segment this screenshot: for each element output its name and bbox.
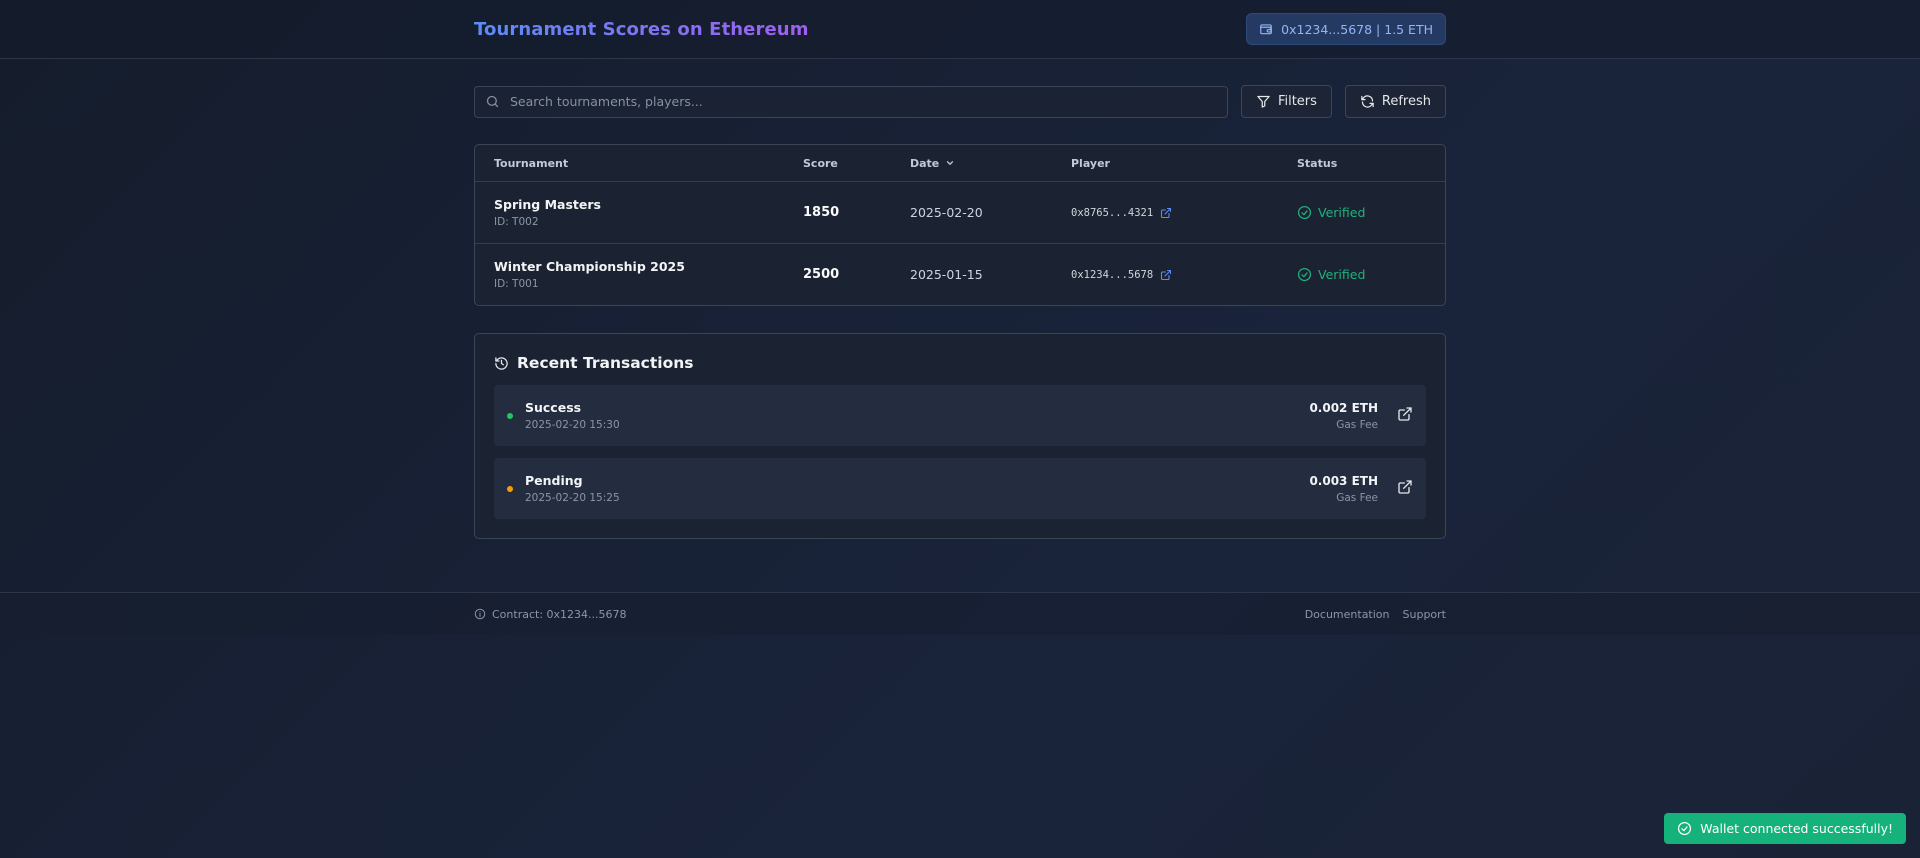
contract-address: Contract: 0x1234...5678 [492,607,627,621]
view-transaction-button[interactable] [1397,479,1413,499]
tournament-cell: Spring Masters ID: T002 [494,197,803,228]
check-circle-icon [1297,205,1312,220]
top-bar: Tournament Scores on Ethereum 0x1234...5… [0,0,1920,59]
transaction-amount-block: 0.003 ETH Gas Fee [1309,474,1378,504]
search-icon [486,95,499,108]
status-dot [507,412,513,419]
external-link-icon[interactable] [1160,207,1172,219]
table-header: Tournament Score Date Player Status [475,145,1445,182]
external-link-icon [1398,406,1412,421]
main-content: Filters Refresh Tournament Score Date Pl… [474,85,1446,539]
status-badge: Verified [1297,205,1445,220]
score-value: 2500 [803,267,840,282]
filter-icon [1257,95,1270,108]
search-input[interactable] [508,93,1217,110]
transaction-amount: 0.002 ETH [1309,400,1378,415]
column-header-tournament[interactable]: Tournament [494,157,803,170]
tournament-name: Winter Championship 2025 [494,259,685,274]
tournament-id: ID: T001 [494,278,539,290]
refresh-label: Refresh [1381,94,1431,109]
status-badge: Verified [1297,267,1445,282]
transaction-item[interactable]: Pending 2025-02-20 15:25 0.003 ETH Gas F… [494,458,1426,519]
transaction-item[interactable]: Success 2025-02-20 15:30 0.002 ETH Gas F… [494,385,1426,446]
transaction-amount: 0.003 ETH [1309,473,1378,488]
check-circle-icon [1297,267,1312,282]
scores-table: Tournament Score Date Player Status Spri… [474,144,1446,306]
refresh-button[interactable]: Refresh [1344,85,1446,118]
table-row[interactable]: Spring Masters ID: T002 1850 2025-02-20 … [475,182,1445,244]
app-title: Tournament Scores on Ethereum [474,18,809,40]
transactions-heading: Recent Transactions [494,354,1426,372]
column-header-player[interactable]: Player [1071,157,1297,170]
documentation-link[interactable]: Documentation [1305,608,1390,621]
column-header-status[interactable]: Status [1297,157,1445,170]
tournament-cell: Winter Championship 2025 ID: T001 [494,259,803,290]
filters-label: Filters [1277,94,1317,109]
view-transaction-button[interactable] [1397,406,1413,426]
external-link-icon [1398,479,1412,494]
wallet-button[interactable]: 0x1234...5678 | 1.5 ETH [1246,13,1446,45]
column-header-date-label: Date [910,156,940,170]
transaction-time: 2025-02-20 15:25 [525,492,620,504]
check-circle-icon [1678,821,1692,836]
refresh-icon [1361,95,1374,108]
info-icon [474,608,486,620]
chevron-down-icon [947,161,954,165]
transactions-title: Recent Transactions [517,354,694,372]
table-row[interactable]: Winter Championship 2025 ID: T001 2500 2… [475,244,1445,305]
toast-message: Wallet connected successfully! [1700,821,1893,836]
wallet-icon [1260,24,1272,35]
recent-transactions-panel: Recent Transactions Success 2025-02-20 1… [474,333,1446,539]
footer-links: Documentation Support [1305,608,1446,621]
wallet-label: 0x1234...5678 | 1.5 ETH [1281,21,1433,37]
gas-fee-label: Gas Fee [1336,418,1378,431]
filters-button[interactable]: Filters [1240,85,1332,118]
transaction-time: 2025-02-20 15:30 [525,419,620,431]
transaction-amount-block: 0.002 ETH Gas Fee [1309,401,1378,431]
player-address: 0x8765...4321 [1071,206,1154,219]
transaction-info: Success 2025-02-20 15:30 [525,400,1309,431]
history-icon [495,356,508,370]
player-cell: 0x1234...5678 [1071,269,1297,281]
transaction-status: Success [525,400,582,415]
tournament-id: ID: T002 [494,216,539,228]
status-label: Verified [1318,205,1366,220]
date-value: 2025-02-20 [910,205,983,220]
score-value: 1850 [803,205,840,220]
contract-info: Contract: 0x1234...5678 [474,608,627,621]
footer: Contract: 0x1234...5678 Documentation Su… [0,592,1920,635]
tournament-name: Spring Masters [494,197,601,212]
date-value: 2025-01-15 [910,267,983,282]
external-link-icon[interactable] [1160,269,1172,281]
transaction-info: Pending 2025-02-20 15:25 [525,473,1309,504]
search-box[interactable] [474,85,1228,118]
toolbar: Filters Refresh [474,85,1446,118]
player-address: 0x1234...5678 [1071,268,1154,281]
status-label: Verified [1318,267,1366,282]
player-cell: 0x8765...4321 [1071,207,1297,219]
column-header-score[interactable]: Score [803,157,910,170]
status-dot [507,485,513,492]
column-header-date[interactable]: Date [910,157,1071,170]
support-link[interactable]: Support [1403,608,1446,621]
toast-notification[interactable]: Wallet connected successfully! [1664,813,1906,844]
transaction-status: Pending [525,473,583,488]
gas-fee-label: Gas Fee [1336,491,1378,504]
